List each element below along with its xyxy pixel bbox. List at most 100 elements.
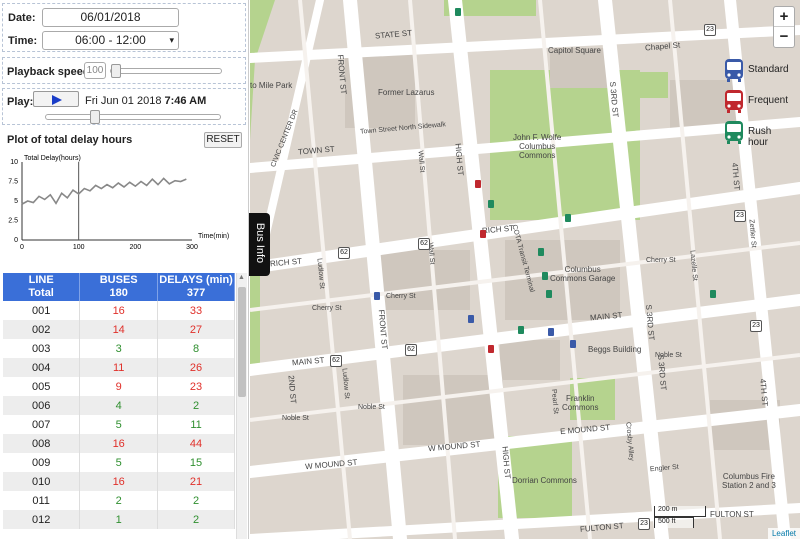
playback-time: 7:46 AM (164, 95, 207, 107)
label-franklin: Franklin Commons (562, 394, 599, 412)
cell-line: 007 (3, 415, 81, 434)
cell-delays: 21 (157, 472, 235, 491)
bus-marker[interactable] (518, 326, 524, 334)
map-view[interactable]: STATE ST Capitol Square Chapel St to Mil… (250, 0, 800, 539)
delay-chart: Total Delay(hours)Time(min)02.557.5100 10… (8, 155, 229, 251)
col-line-title: LINE (28, 274, 54, 286)
table-row[interactable]: 004 11 26 (3, 358, 235, 377)
delay-plot-panel: Plot of total delay hours RESET Total De… (2, 130, 246, 270)
bus-marker[interactable] (488, 200, 494, 208)
bus-marker[interactable] (468, 315, 474, 323)
legend-frequent-label: Frequent (748, 95, 789, 106)
cell-delays: 2 (157, 510, 235, 529)
table-row[interactable]: 012 1 2 (3, 510, 235, 529)
cell-line: 010 (3, 472, 81, 491)
table-row[interactable]: 003 3 8 (3, 339, 235, 358)
col-delays-sub: 377 (186, 287, 206, 299)
control-panel: Date: 06/01/2018 Time: 06:00 - 12:00 ▾ P… (0, 0, 249, 539)
label-beggs: Beggs Building (588, 345, 642, 354)
label-john-wolfe: John F. Wolfe Columbus Commons (513, 133, 562, 160)
scale-feet: 500 ft (654, 517, 694, 528)
bus-marker[interactable] (546, 290, 552, 298)
cell-buses: 9 (79, 377, 159, 396)
cell-delays: 23 (157, 377, 235, 396)
label-noble-st-3: Noble St (655, 352, 682, 359)
bus-icon (724, 120, 744, 144)
table-row[interactable]: 007 5 11 (3, 415, 235, 434)
bus-marker[interactable] (538, 248, 544, 256)
table-row[interactable]: 001 16 33 (3, 301, 235, 320)
x-axis-label: Time(min) (198, 233, 229, 240)
table-row[interactable]: 005 9 23 (3, 377, 235, 396)
cell-delays: 44 (157, 434, 235, 453)
bus-marker[interactable] (374, 292, 380, 300)
cell-buses: 16 (79, 472, 159, 491)
bus-marker[interactable] (710, 290, 716, 298)
time-label: Time: (8, 35, 38, 47)
table-row[interactable]: 008 16 44 (3, 434, 235, 453)
time-slider-thumb[interactable] (90, 110, 100, 124)
col-buses-header[interactable]: BUSES 180 (79, 273, 159, 301)
legend-standard: Standard (724, 56, 794, 87)
plot-title: Plot of total delay hours (7, 134, 133, 146)
col-delays-title: DELAYS (min) (159, 274, 233, 286)
bus-line-table: LINE Total BUSES 180 DELAYS (min) 377 001 16… (3, 273, 235, 529)
speed-slider[interactable] (110, 64, 222, 78)
table-body: 001 16 33 002 14 27 003 3 8 004 11 26 005 9 23 006 4 2 007… (3, 301, 235, 529)
zoom-out-button[interactable]: − (774, 27, 794, 47)
col-line-header[interactable]: LINE Total (3, 273, 81, 301)
time-select-value: 06:00 - 12:00 (75, 33, 146, 47)
bus-marker[interactable] (548, 328, 554, 336)
table-row[interactable]: 006 4 2 (3, 396, 235, 415)
table-row[interactable]: 009 5 15 (3, 453, 235, 472)
cell-delays: 27 (157, 320, 235, 339)
cell-delays: 11 (157, 415, 235, 434)
play-button[interactable] (33, 91, 79, 107)
cell-line: 011 (3, 491, 81, 510)
cell-buses: 11 (79, 358, 159, 377)
chevron-down-icon: ▾ (169, 35, 174, 45)
bus-marker[interactable] (455, 8, 461, 16)
y-tick-label: 2.5 (8, 218, 18, 225)
route-62-shield: 62 (418, 238, 430, 250)
date-input[interactable]: 06/01/2018 (42, 8, 179, 27)
bus-icon (724, 58, 744, 82)
bus-marker[interactable] (480, 230, 486, 238)
bus-marker[interactable] (542, 272, 548, 280)
bus-marker[interactable] (570, 340, 576, 348)
bus-marker[interactable] (565, 214, 571, 222)
cell-delays: 15 (157, 453, 235, 472)
leaflet-attribution[interactable]: Leaflet (767, 528, 800, 539)
label-noble-st-2: Noble St (358, 404, 385, 411)
cell-buses: 5 (79, 415, 159, 434)
table-row[interactable]: 010 16 21 (3, 472, 235, 491)
cell-delays: 2 (157, 491, 235, 510)
route-62-shield: 62 (405, 344, 417, 356)
reset-button[interactable]: RESET (204, 132, 242, 148)
zoom-control: + − (773, 6, 795, 48)
cell-buses: 16 (79, 434, 159, 453)
col-delays-header[interactable]: DELAYS (min) 377 (157, 273, 235, 301)
time-slider[interactable] (45, 110, 221, 124)
label-fulton-st-2: FULTON ST (710, 510, 754, 519)
delay-series-line (21, 177, 187, 205)
bus-info-tab[interactable]: Bus Info (249, 213, 270, 276)
bus-marker[interactable] (488, 345, 494, 353)
speed-label: Playback speed: (7, 66, 94, 78)
table-row[interactable]: 011 2 2 (3, 491, 235, 510)
play-label: Play: (7, 96, 34, 108)
table-row[interactable]: 002 14 27 (3, 320, 235, 339)
play-icon (52, 95, 62, 105)
scrollbar-thumb[interactable] (238, 287, 246, 397)
table-scrollbar[interactable]: ▲ (236, 273, 247, 539)
speed-slider-thumb[interactable] (111, 64, 121, 78)
time-select[interactable]: 06:00 - 12:00 ▾ (42, 31, 179, 50)
playback-speed-panel: Playback speed: 100 (2, 57, 246, 84)
legend-rush-hour: Rush hour (724, 118, 794, 149)
zoom-in-button[interactable]: + (774, 7, 794, 27)
y-tick-label: 7.5 (8, 179, 18, 186)
bus-marker[interactable] (475, 180, 481, 188)
bus-info-label: Bus Info (254, 222, 266, 264)
cell-line: 006 (3, 396, 81, 415)
scroll-up-icon[interactable]: ▲ (238, 274, 245, 281)
